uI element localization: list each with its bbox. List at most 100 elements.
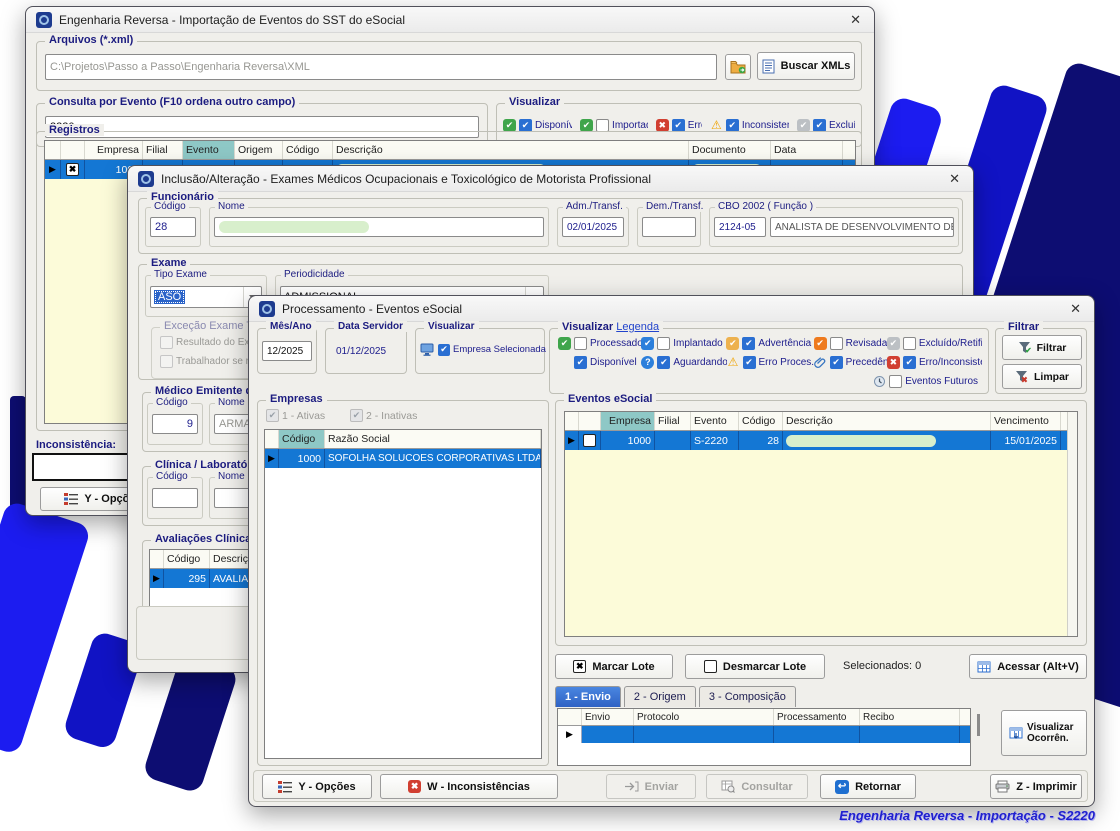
row-marker-icon: ▶ xyxy=(568,435,575,446)
eventos-esocial-group: Eventos eSocial Empresa Filial Evento Có… xyxy=(555,400,1087,646)
envio-grid[interactable]: Envio Protocolo Processamento Recibo ▶ xyxy=(557,708,971,766)
empresas-grid[interactable]: Código Razão Social ▶ 1000 SOFOLHA SOLUC… xyxy=(264,429,542,759)
resultado-exame-checkbox[interactable] xyxy=(160,336,173,349)
implantado-checkbox[interactable] xyxy=(657,337,670,350)
question-icon xyxy=(641,356,654,369)
filtrar-button[interactable]: ✔ Filtrar xyxy=(1002,335,1082,360)
open-folder-button[interactable] xyxy=(725,54,751,80)
funcionario-codigo-value[interactable]: 28 xyxy=(150,217,196,237)
opcoes-button[interactable]: Y - Opções xyxy=(262,774,372,799)
options-list-icon xyxy=(64,493,78,505)
funnel-check-icon: ✔ xyxy=(1018,341,1031,354)
retornar-button[interactable]: ↩ Retornar xyxy=(820,774,916,799)
cbo-desc-value[interactable]: ANALISTA DE DESENVOLVIMENTO DE SISTEM xyxy=(770,217,954,237)
eventos-grid-header: Empresa Filial Evento Código Descrição V… xyxy=(565,412,1077,431)
trabalhador-recusa-checkbox[interactable] xyxy=(160,355,173,368)
check-gray-icon xyxy=(887,337,900,350)
document-icon xyxy=(762,59,775,74)
medico-codigo-value[interactable]: 9 xyxy=(152,414,198,434)
inconsistentes-checkbox[interactable] xyxy=(726,119,739,132)
acessar-button[interactable]: Acessar (Alt+V) xyxy=(969,654,1087,679)
check-orange-icon xyxy=(814,337,827,350)
adm-transf-value[interactable]: 02/01/2025 xyxy=(562,217,624,237)
excluido-retificado-checkbox[interactable] xyxy=(903,337,916,350)
tipo-exame-combobox[interactable]: ASO xyxy=(150,286,262,308)
marcar-lote-button[interactable]: Marcar Lote xyxy=(555,654,673,679)
empresa-selecionada-checkbox[interactable] xyxy=(438,344,450,356)
check-green-icon xyxy=(580,119,593,132)
xml-path-field[interactable]: C:\Projetos\Passo a Passo\Engenharia Rev… xyxy=(45,54,717,80)
tab-composicao[interactable]: 3 - Composição xyxy=(699,686,796,707)
inativas-checkbox-row: 2 - Inativas xyxy=(350,409,417,422)
disponiveis-checkbox[interactable] xyxy=(519,119,532,132)
data-servidor-value: 01/12/2025 xyxy=(336,346,386,357)
x-red-icon xyxy=(408,780,421,793)
empresa-row[interactable]: ▶ 1000 SOFOLHA SOLUCOES CORPORATIVAS LTD… xyxy=(265,449,541,468)
paperclip-icon xyxy=(814,356,827,369)
eventos-futuros-checkbox[interactable] xyxy=(889,375,902,388)
filtrar-group: Filtrar ✔ Filtrar ✖ Limpar xyxy=(995,328,1087,394)
monitor-icon xyxy=(420,343,435,356)
evento-select-checkbox[interactable] xyxy=(583,434,596,447)
limpar-button[interactable]: ✖ Limpar xyxy=(1002,364,1082,389)
clinica-codigo-value[interactable] xyxy=(152,488,198,508)
close-icon[interactable]: ✕ xyxy=(847,12,864,28)
precedencia-checkbox[interactable] xyxy=(830,356,843,369)
envio-grid-header: Envio Protocolo Processamento Recibo xyxy=(558,709,970,726)
titlebar[interactable]: Engenharia Reversa - Importação de Event… xyxy=(26,7,874,33)
advertencia-checkbox[interactable] xyxy=(742,337,755,350)
disponivel-checkbox[interactable] xyxy=(574,356,587,369)
row-select-checkbox[interactable] xyxy=(66,163,79,176)
empresas-grid-header: Código Razão Social xyxy=(265,430,541,449)
check-green-icon xyxy=(558,337,571,350)
clinica-codigo-field: Código xyxy=(147,477,203,519)
filter-disponiveis: Disponíveis xyxy=(503,119,572,132)
envio-row[interactable]: ▶ xyxy=(558,726,970,743)
x-red-icon xyxy=(887,356,900,369)
inativas-checkbox[interactable] xyxy=(350,409,363,422)
tab-envio[interactable]: 1 - Envio xyxy=(555,686,621,707)
legenda-link[interactable]: Legenda xyxy=(616,321,659,333)
buscar-xmls-button[interactable]: Buscar XMLs xyxy=(757,52,855,80)
funcionario-nome-value[interactable] xyxy=(214,217,544,237)
dem-transf-field: Dem./Transf. xyxy=(637,207,701,247)
revisada-checkbox[interactable] xyxy=(830,337,843,350)
erro-inconsistente-checkbox[interactable] xyxy=(903,356,916,369)
close-icon[interactable]: ✕ xyxy=(1067,301,1084,317)
row-marker-icon: ▶ xyxy=(49,164,56,175)
inconsistencias-button[interactable]: W - Inconsistências xyxy=(380,774,558,799)
titlebar[interactable]: Processamento - Eventos eSocial ✕ xyxy=(249,296,1094,322)
filter-erros: Erros xyxy=(656,119,702,132)
visualizar-ocorrencias-button[interactable]: Visualizar Ocorrên. xyxy=(1001,710,1087,756)
importados-checkbox[interactable] xyxy=(596,119,609,132)
aguardando-checkbox[interactable] xyxy=(657,356,670,369)
funcionario-nome-field: Nome xyxy=(209,207,549,247)
close-icon[interactable]: ✕ xyxy=(946,171,963,187)
excluido-checkbox[interactable] xyxy=(813,119,826,132)
app-icon xyxy=(259,301,275,317)
funcionario-group: Funcionário Código 28 Nome Adm./Transf. … xyxy=(138,198,963,254)
titlebar[interactable]: Inclusão/Alteração - Exames Médicos Ocup… xyxy=(128,166,973,192)
imprimir-button[interactable]: Z - Imprimir xyxy=(990,774,1082,799)
dem-transf-value[interactable] xyxy=(642,217,696,237)
svg-text:✖: ✖ xyxy=(1021,376,1028,384)
svg-text:✔: ✔ xyxy=(1025,346,1031,354)
scrollbar[interactable] xyxy=(977,714,980,736)
printer-icon xyxy=(995,780,1010,793)
mes-ano-input[interactable] xyxy=(262,341,312,361)
ativas-checkbox[interactable] xyxy=(266,409,279,422)
erros-checkbox[interactable] xyxy=(672,119,685,132)
evento-row[interactable]: ▶ 1000 S-2220 28 15/01/2025 xyxy=(565,431,1077,450)
consultar-button: Consultar xyxy=(706,774,808,799)
scrollbar[interactable] xyxy=(1067,412,1077,636)
inconsistencia-label: Inconsistência: xyxy=(36,439,116,451)
warning-icon xyxy=(710,118,723,132)
cbo-code-value[interactable]: 2124-05 xyxy=(714,217,766,237)
tab-origem[interactable]: 2 - Origem xyxy=(624,686,696,707)
erro-proces-checkbox[interactable] xyxy=(743,356,756,369)
processado-checkbox[interactable] xyxy=(574,337,587,350)
desmarcar-lote-button[interactable]: Desmarcar Lote xyxy=(685,654,825,679)
clock-icon xyxy=(873,375,886,388)
check-green-icon xyxy=(503,119,516,132)
eventos-grid[interactable]: Empresa Filial Evento Código Descrição V… xyxy=(564,411,1078,637)
